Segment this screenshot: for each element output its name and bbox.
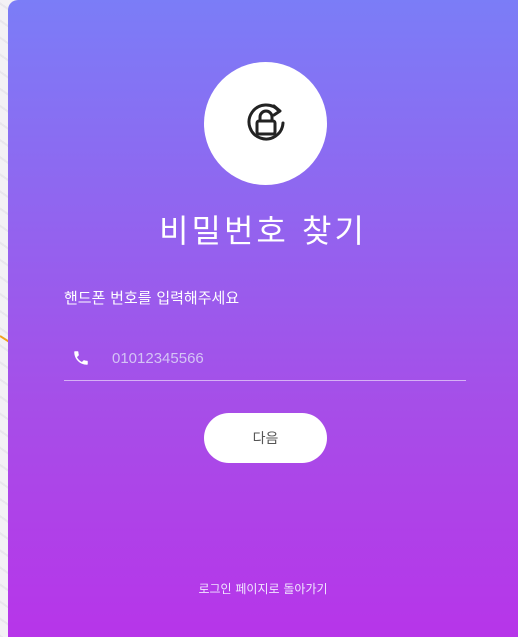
phone-number-input[interactable]	[110, 348, 444, 368]
phone-field-row	[64, 336, 466, 381]
back-to-login-link[interactable]: 로그인 페이지로 돌아가기	[8, 580, 518, 597]
header-icon-circle	[204, 62, 327, 185]
page-title: 비밀번호 찾기	[159, 212, 367, 250]
phone-prompt-label: 핸드폰 번호를 입력해주세요	[64, 289, 240, 307]
next-button[interactable]: 다음	[204, 413, 327, 463]
lock-rotate-icon	[241, 97, 291, 151]
phone-icon	[72, 348, 92, 368]
find-password-card: 비밀번호 찾기 핸드폰 번호를 입력해주세요 다음 로그인 페이지로 돌아가기	[8, 0, 518, 637]
